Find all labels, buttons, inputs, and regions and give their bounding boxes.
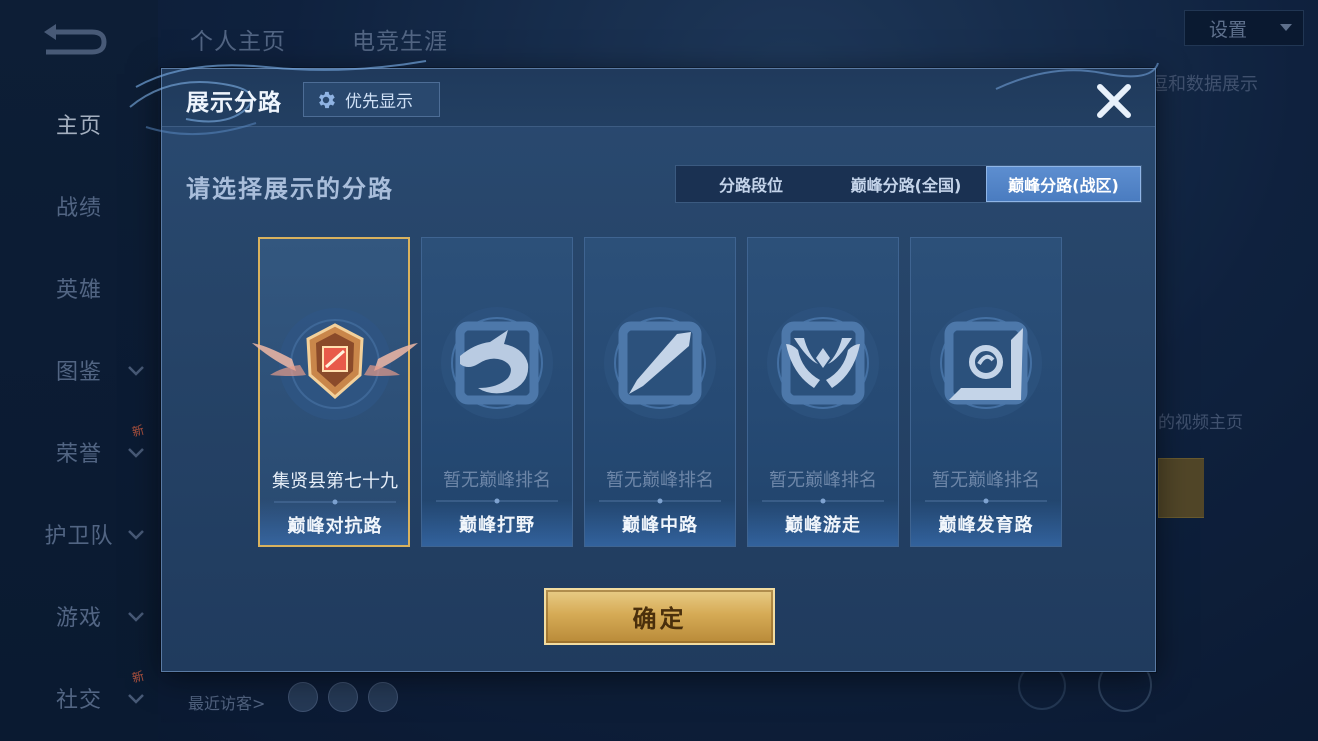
priority-display-button[interactable]: 优先显示 bbox=[303, 82, 440, 117]
lane-rank-text: 暂无巅峰排名 bbox=[443, 470, 551, 491]
lane-name: 巅峰打野 bbox=[459, 515, 535, 536]
modal-title: 展示分路 bbox=[186, 90, 282, 116]
clash-lane-badge-icon bbox=[252, 305, 418, 423]
jungle-dragon-icon bbox=[438, 304, 556, 422]
lane-type-tabs: 分路段位 巅峰分路(全国) 巅峰分路(战区) bbox=[675, 165, 1142, 203]
confirm-button[interactable]: 确定 bbox=[544, 588, 775, 645]
mid-lane-icon bbox=[601, 304, 719, 422]
lane-card-farm[interactable]: 暂无巅峰排名 巅峰发育路 bbox=[910, 237, 1062, 547]
select-lane-subtitle: 请选择展示的分路 bbox=[186, 175, 394, 203]
roam-wings-icon bbox=[764, 304, 882, 422]
lane-rank-text: 暂无巅峰排名 bbox=[606, 470, 714, 491]
lane-name: 巅峰中路 bbox=[622, 515, 698, 536]
lane-rank-text: 集贤县第七十九 bbox=[272, 471, 398, 492]
lane-display-modal: 展示分路 优先显示 请选择展示的分路 分路段位 巅峰分路(全国) 巅峰分路(战区… bbox=[129, 60, 1159, 672]
lane-name: 巅峰游走 bbox=[785, 515, 861, 536]
tab-peak-lane-region[interactable]: 巅峰分路(战区) bbox=[986, 166, 1141, 202]
tab-lane-rank[interactable]: 分路段位 bbox=[676, 166, 826, 202]
close-icon bbox=[1097, 84, 1131, 118]
lane-card-clash[interactable]: 集贤县第七十九 巅峰对抗路 bbox=[252, 237, 418, 547]
priority-display-label: 优先显示 bbox=[345, 92, 413, 112]
lane-card-roam[interactable]: 暂无巅峰排名 巅峰游走 bbox=[747, 237, 899, 547]
lane-card-mid[interactable]: 暂无巅峰排名 巅峰中路 bbox=[584, 237, 736, 547]
lane-rank-text: 暂无巅峰排名 bbox=[769, 470, 877, 491]
tab-peak-lane-national[interactable]: 巅峰分路(全国) bbox=[826, 166, 986, 202]
farm-lane-icon bbox=[927, 304, 1045, 422]
lane-name: 巅峰对抗路 bbox=[287, 516, 383, 537]
gear-icon bbox=[319, 91, 335, 108]
lane-name: 巅峰发育路 bbox=[938, 515, 1034, 536]
lane-card-jungle[interactable]: 暂无巅峰排名 巅峰打野 bbox=[421, 237, 573, 547]
lane-cards: 集贤县第七十九 巅峰对抗路 暂无巅峰排名 巅峰打野 暂无巅峰排名 巅峰中路 暂无… bbox=[252, 237, 1078, 547]
lane-rank-text: 暂无巅峰排名 bbox=[932, 470, 1040, 491]
close-button[interactable] bbox=[1092, 79, 1136, 123]
